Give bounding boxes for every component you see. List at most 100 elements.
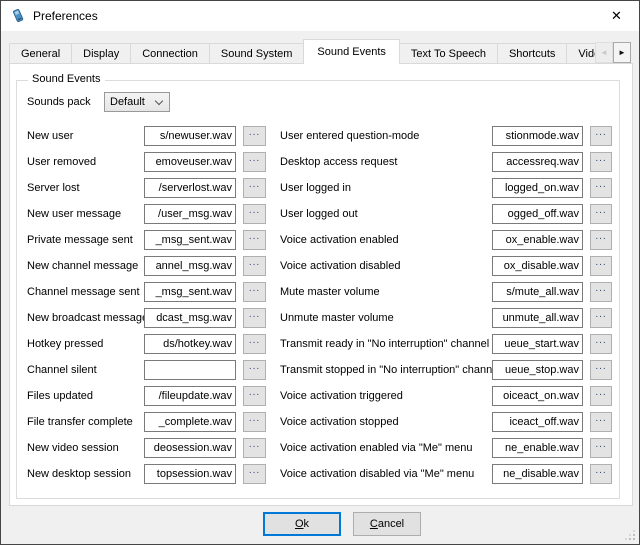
tab-connection[interactable]: Connection [130, 43, 210, 64]
sound-file-input[interactable]: ne_enable.wav [492, 438, 583, 458]
tab-scroll-right-icon[interactable]: ► [613, 42, 631, 63]
sound-file-input[interactable]: logged_on.wav [492, 178, 583, 198]
browse-button[interactable]: ... [243, 282, 266, 302]
event-label: New desktop session [27, 464, 144, 484]
cancel-button[interactable]: Cancel [353, 512, 421, 536]
tab-text-to-speech[interactable]: Text To Speech [399, 43, 498, 64]
browse-button[interactable]: ... [243, 308, 266, 328]
ok-button[interactable]: Ok [263, 512, 341, 536]
sound-file-input[interactable]: /serverlost.wav [144, 178, 236, 198]
browse-button[interactable]: ... [590, 282, 612, 302]
browse-button[interactable]: ... [590, 308, 612, 328]
sound-file-input[interactable]: oiceact_on.wav [492, 386, 583, 406]
ok-button-label: Ok [295, 518, 309, 530]
tab-scroll-left-icon[interactable]: ◄ [595, 42, 613, 63]
sound-file-input[interactable]: stionmode.wav [492, 126, 583, 146]
sound-file-input[interactable]: topsession.wav [144, 464, 236, 484]
tab-sound-system[interactable]: Sound System [209, 43, 305, 64]
browse-button[interactable]: ... [590, 334, 612, 354]
sound-event-row: New broadcast message dcast_msg.wav ... … [17, 308, 619, 334]
sound-file-input[interactable]: iceact_off.wav [492, 412, 583, 432]
event-label: User logged out [280, 204, 492, 224]
sound-file-input[interactable]: accessreq.wav [492, 152, 583, 172]
sound-file-input[interactable]: ueue_start.wav [492, 334, 583, 354]
sound-event-row: New video session deosession.wav ... Voi… [17, 438, 619, 464]
event-label: Mute master volume [280, 282, 492, 302]
event-label: New channel message [27, 256, 144, 276]
sound-events-groupbox: Sound Events Sounds pack Default New use… [16, 80, 620, 499]
event-label: Voice activation enabled [280, 230, 492, 250]
event-label: Channel message sent [27, 282, 144, 302]
sound-file-input[interactable]: ueue_stop.wav [492, 360, 583, 380]
browse-button[interactable]: ... [243, 386, 266, 406]
browse-button[interactable]: ... [590, 412, 612, 432]
sound-file-input[interactable]: _msg_sent.wav [144, 282, 236, 302]
sound-event-row: Channel silent ... Transmit stopped in "… [17, 360, 619, 386]
sound-file-input[interactable]: emoveuser.wav [144, 152, 236, 172]
cancel-button-label: Cancel [370, 518, 404, 530]
sound-events-rows: New user s/newuser.wav ... User entered … [17, 126, 619, 490]
tab-sound-events[interactable]: Sound Events [303, 39, 400, 64]
sound-file-input[interactable] [144, 360, 236, 380]
tab-shortcuts[interactable]: Shortcuts [497, 43, 567, 64]
preferences-dialog: Preferences ✕ GeneralDisplayConnectionSo… [0, 0, 640, 545]
browse-button[interactable]: ... [243, 126, 266, 146]
event-label: Transmit stopped in "No interruption" ch… [280, 360, 492, 380]
event-label: Desktop access request [280, 152, 492, 172]
event-label: New user [27, 126, 144, 146]
sound-file-input[interactable]: dcast_msg.wav [144, 308, 236, 328]
event-label: Voice activation triggered [280, 386, 492, 406]
sound-file-input[interactable]: ds/hotkey.wav [144, 334, 236, 354]
sound-event-row: File transfer complete _complete.wav ...… [17, 412, 619, 438]
browse-button[interactable]: ... [243, 256, 266, 276]
title-bar: Preferences ✕ [1, 1, 639, 31]
browse-button[interactable]: ... [590, 204, 612, 224]
sound-file-input[interactable]: deosession.wav [144, 438, 236, 458]
sound-file-input[interactable]: ne_disable.wav [492, 464, 583, 484]
event-label: New broadcast message [27, 308, 144, 328]
browse-button[interactable]: ... [243, 334, 266, 354]
browse-button[interactable]: ... [590, 178, 612, 198]
sound-event-row: New user message /user_msg.wav ... User … [17, 204, 619, 230]
resize-grip[interactable] [625, 530, 635, 540]
browse-button[interactable]: ... [243, 360, 266, 380]
sound-file-input[interactable]: ox_enable.wav [492, 230, 583, 250]
browse-button[interactable]: ... [243, 178, 266, 198]
browse-button[interactable]: ... [590, 438, 612, 458]
sound-file-input[interactable]: /user_msg.wav [144, 204, 236, 224]
browse-button[interactable]: ... [590, 126, 612, 146]
sounds-pack-select[interactable]: Default [104, 92, 170, 112]
sound-event-row: User removed emoveuser.wav ... Desktop a… [17, 152, 619, 178]
browse-button[interactable]: ... [590, 256, 612, 276]
browse-button[interactable]: ... [243, 230, 266, 250]
browse-button[interactable]: ... [243, 412, 266, 432]
sound-file-input[interactable]: s/mute_all.wav [492, 282, 583, 302]
browse-button[interactable]: ... [590, 152, 612, 172]
event-label: User entered question-mode [280, 126, 492, 146]
sound-event-row: Server lost /serverlost.wav ... User log… [17, 178, 619, 204]
sound-file-input[interactable]: annel_msg.wav [144, 256, 236, 276]
browse-button[interactable]: ... [590, 386, 612, 406]
tab-bar: GeneralDisplayConnectionSound SystemSoun… [9, 33, 631, 64]
browse-button[interactable]: ... [590, 464, 612, 484]
sound-file-input[interactable]: _msg_sent.wav [144, 230, 236, 250]
tab-display[interactable]: Display [71, 43, 131, 64]
browse-button[interactable]: ... [243, 152, 266, 172]
browse-button[interactable]: ... [590, 360, 612, 380]
sound-file-input[interactable]: ogged_off.wav [492, 204, 583, 224]
browse-button[interactable]: ... [243, 204, 266, 224]
browse-button[interactable]: ... [243, 464, 266, 484]
window-title: Preferences [33, 9, 98, 23]
close-icon[interactable]: ✕ [594, 1, 639, 31]
app-icon [10, 8, 26, 24]
sound-file-input[interactable]: ox_disable.wav [492, 256, 583, 276]
browse-button[interactable]: ... [590, 230, 612, 250]
browse-button[interactable]: ... [243, 438, 266, 458]
tab-general[interactable]: General [9, 43, 72, 64]
event-label: Voice activation disabled [280, 256, 492, 276]
sound-file-input[interactable]: unmute_all.wav [492, 308, 583, 328]
sound-file-input[interactable]: s/newuser.wav [144, 126, 236, 146]
sound-file-input[interactable]: /fileupdate.wav [144, 386, 236, 406]
sound-file-input[interactable]: _complete.wav [144, 412, 236, 432]
event-label: Transmit ready in "No interruption" chan… [280, 334, 492, 354]
